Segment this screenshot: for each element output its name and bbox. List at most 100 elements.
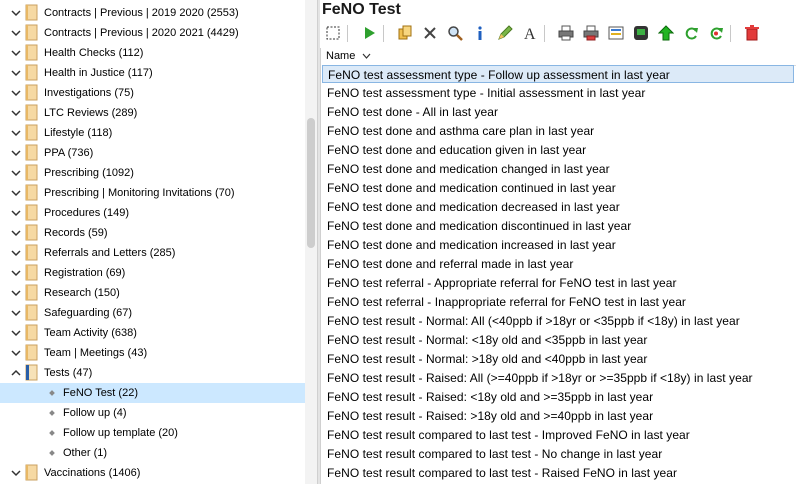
tree-folder[interactable]: Records (59): [0, 223, 305, 243]
tree-folder[interactable]: Team | Meetings (43): [0, 343, 305, 363]
list-item[interactable]: FeNO test result - Normal: >18y old and …: [322, 350, 794, 368]
tree-folder[interactable]: Research (150): [0, 283, 305, 303]
chevron-down-icon[interactable]: [10, 307, 22, 319]
copy-icon[interactable]: [395, 23, 415, 43]
tree-folder-label: Lifestyle (118): [44, 127, 113, 139]
chevron-down-icon[interactable]: [10, 107, 22, 119]
list-item[interactable]: FeNO test done and medication changed in…: [322, 160, 794, 178]
list-item[interactable]: FeNO test result compared to last test -…: [322, 464, 794, 482]
tree-folder[interactable]: Contracts | Previous | 2019 2020 (2553): [0, 3, 305, 23]
chevron-down-icon[interactable]: [10, 147, 22, 159]
list-item[interactable]: FeNO test result - Normal: All (<40ppb i…: [322, 312, 794, 330]
chevron-down-icon[interactable]: [10, 287, 22, 299]
print-icon[interactable]: [556, 23, 576, 43]
list-item[interactable]: FeNO test done and medication discontinu…: [322, 217, 794, 235]
folder-icon: [24, 44, 38, 61]
tree-folder[interactable]: Lifestyle (118): [0, 123, 305, 143]
tree-folder[interactable]: Investigations (75): [0, 83, 305, 103]
refresh-icon[interactable]: [681, 23, 701, 43]
tree-folder[interactable]: Safeguarding (67): [0, 303, 305, 323]
tree-folder-label: Referrals and Letters (285): [44, 247, 176, 259]
tree-subfolder-label: FeNO Test (22): [63, 387, 138, 399]
tree-folder[interactable]: Contracts | Previous | 2020 2021 (4429): [0, 23, 305, 43]
folder-icon: [24, 324, 38, 341]
print-red-icon[interactable]: [581, 23, 601, 43]
tree-folder[interactable]: Prescribing (1092): [0, 163, 305, 183]
tree-subfolder[interactable]: Other (1): [0, 443, 305, 463]
tree-folder[interactable]: Health Checks (112): [0, 43, 305, 63]
tree-folder[interactable]: Tests (47): [0, 363, 305, 383]
chevron-down-icon[interactable]: [10, 347, 22, 359]
run-icon[interactable]: [359, 23, 379, 43]
chevron-down-icon[interactable]: [10, 327, 22, 339]
select-all-icon[interactable]: [323, 23, 343, 43]
list-item[interactable]: FeNO test assessment type - Initial asse…: [322, 84, 794, 102]
edit-icon[interactable]: [495, 23, 515, 43]
tree-subfolder[interactable]: FeNO Test (22): [0, 383, 305, 403]
folder-icon: [24, 24, 38, 41]
font-icon[interactable]: A: [520, 23, 540, 43]
upload-icon[interactable]: [656, 23, 676, 43]
chevron-down-icon[interactable]: [10, 47, 22, 59]
list-item[interactable]: FeNO test result - Raised: All (>=40ppb …: [322, 369, 794, 387]
chevron-up-icon[interactable]: [10, 367, 22, 379]
refresh-red-icon[interactable]: [706, 23, 726, 43]
chevron-down-icon[interactable]: [10, 167, 22, 179]
info-icon[interactable]: [470, 23, 490, 43]
list-item[interactable]: FeNO test referral - Appropriate referra…: [322, 274, 794, 292]
save-icon[interactable]: [631, 23, 651, 43]
folder-icon: [24, 4, 38, 21]
list-item[interactable]: FeNO test result compared to last test -…: [322, 426, 794, 444]
list-item[interactable]: FeNO test done and medication decreased …: [322, 198, 794, 216]
tree-subfolder[interactable]: Follow up (4): [0, 403, 305, 423]
tree-folder[interactable]: Team Activity (638): [0, 323, 305, 343]
list-item-label: FeNO test result - Normal: <18y old and …: [327, 333, 648, 347]
column-header-name[interactable]: Name: [322, 48, 796, 66]
tree-scrollbar-thumb[interactable]: [307, 118, 315, 248]
chevron-down-icon[interactable]: [10, 187, 22, 199]
tree-folder[interactable]: Health in Justice (117): [0, 63, 305, 83]
delete-icon[interactable]: [420, 23, 440, 43]
folder-tree: Contracts | Previous | 2019 2020 (2553) C…: [0, 0, 317, 484]
list-item[interactable]: FeNO test done and education given in la…: [322, 141, 794, 159]
chevron-down-icon[interactable]: [10, 67, 22, 79]
list-item[interactable]: FeNO test result - Raised: >18y old and …: [322, 407, 794, 425]
tree-folder-label: Procedures (149): [44, 207, 129, 219]
list-item[interactable]: FeNO test done and medication continued …: [322, 179, 794, 197]
chevron-down-icon[interactable]: [10, 247, 22, 259]
tree-folder[interactable]: Prescribing | Monitoring Invitations (70…: [0, 183, 305, 203]
chevron-down-icon[interactable]: [10, 227, 22, 239]
chevron-down-icon[interactable]: [10, 127, 22, 139]
chevron-down-icon[interactable]: [10, 87, 22, 99]
list-item[interactable]: FeNO test result compared to last test -…: [322, 445, 794, 463]
list-item[interactable]: FeNO test assessment type - Follow up as…: [322, 65, 794, 83]
chevron-down-icon[interactable]: [10, 467, 22, 479]
tree-folder-label: Contracts | Previous | 2019 2020 (2553): [44, 7, 239, 19]
tree-folder[interactable]: Vaccinations (1406): [0, 463, 305, 483]
list-item[interactable]: FeNO test done and medication increased …: [322, 236, 794, 254]
tree-folder[interactable]: PPA (736): [0, 143, 305, 163]
list-item[interactable]: FeNO test done and referral made in last…: [322, 255, 794, 273]
trash-icon[interactable]: [742, 23, 762, 43]
list-item[interactable]: FeNO test done - All in last year: [322, 103, 794, 121]
tree-folder[interactable]: LTC Reviews (289): [0, 103, 305, 123]
list-item[interactable]: FeNO test result - Raised: <18y old and …: [322, 388, 794, 406]
list-item[interactable]: FeNO test done and asthma care plan in l…: [322, 122, 794, 140]
tree-scrollbar[interactable]: [305, 0, 317, 484]
list-item[interactable]: FeNO test result - Normal: <18y old and …: [322, 331, 794, 349]
chevron-down-icon[interactable]: [10, 207, 22, 219]
list-item[interactable]: FeNO test referral - Inappropriate refer…: [322, 293, 794, 311]
tree-subfolder[interactable]: Follow up template (20): [0, 423, 305, 443]
export-icon[interactable]: [606, 23, 626, 43]
chevron-down-icon[interactable]: [10, 27, 22, 39]
tree-folder-label: Tests (47): [44, 367, 93, 379]
chevron-down-icon[interactable]: [10, 7, 22, 19]
chevron-down-icon[interactable]: [10, 267, 22, 279]
tree-folder-label: Health Checks (112): [44, 47, 144, 59]
tree-folder[interactable]: Referrals and Letters (285): [0, 243, 305, 263]
tree-folder[interactable]: Registration (69): [0, 263, 305, 283]
tree-folder[interactable]: Procedures (149): [0, 203, 305, 223]
search-icon[interactable]: [445, 23, 465, 43]
list-item-label: FeNO test done and education given in la…: [327, 143, 587, 157]
list-item-label: FeNO test done and medication changed in…: [327, 162, 610, 176]
